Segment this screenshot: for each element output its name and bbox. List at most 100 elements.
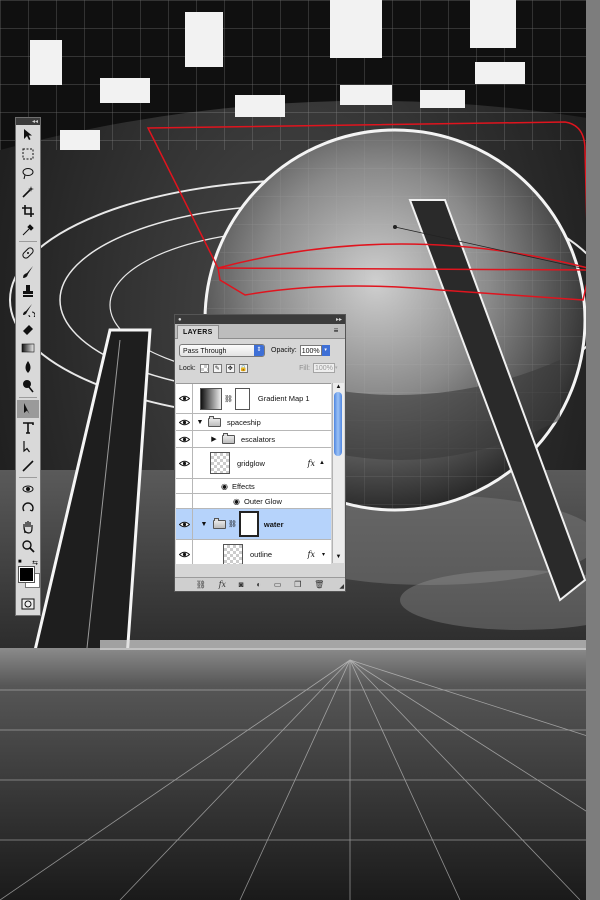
visibility-eye-icon[interactable]: ◉ (233, 497, 240, 506)
effects-toggle-icon[interactable]: ▲ (319, 460, 325, 466)
scroll-up-icon[interactable]: ▲ (333, 383, 344, 391)
layer-group-row-selected[interactable]: ▼ ⛓ water (176, 509, 331, 540)
quick-mask-icon[interactable] (17, 597, 39, 611)
blend-opacity-row: Pass Through ⇕ Opacity: 100% ▾ (175, 339, 345, 361)
visibility-eye-icon[interactable] (176, 448, 193, 478)
default-colors-icon[interactable]: ■ (18, 559, 22, 565)
lock-label: Lock: (179, 364, 196, 372)
folder-icon (208, 415, 221, 427)
scroll-down-icon[interactable]: ▼ (333, 553, 344, 561)
effects-spacer (176, 479, 193, 493)
visibility-eye-icon[interactable] (176, 509, 193, 539)
opacity-label: Opacity: (271, 346, 297, 354)
move-tool-icon[interactable] (17, 126, 39, 144)
chevron-updown-icon: ⇕ (254, 344, 264, 356)
mask-thumbnail (234, 387, 250, 410)
effects-spacer (176, 494, 193, 508)
marquee-tool-icon[interactable] (17, 145, 39, 163)
3d-rotate-icon[interactable] (17, 480, 39, 498)
fill-field[interactable]: 100% (313, 363, 335, 373)
mask-thumbnail (238, 511, 259, 537)
lock-all-icon[interactable]: 🔒 (238, 363, 248, 373)
fx-badge[interactable]: fx (308, 550, 315, 559)
expand-triangle-icon[interactable]: ▼ (195, 419, 205, 426)
panel-menu-icon[interactable]: ≡ (330, 326, 342, 335)
opacity-field[interactable]: 100% (299, 344, 322, 356)
collapse-triangle-icon[interactable]: ▶ (209, 435, 219, 443)
layer-name: spaceship (227, 417, 261, 427)
layers-panel-grip[interactable]: ● ▸▸ (175, 315, 345, 324)
tools-separator (19, 241, 37, 242)
lasso-tool-icon[interactable] (17, 164, 39, 182)
layers-list: ⛓ Gradient Map 1 ▼ spaceship ▶ escalator… (176, 383, 331, 564)
link-layers-icon[interactable]: ⛓ (196, 580, 206, 589)
add-mask-icon[interactable]: ◙ (239, 580, 244, 589)
layer-row[interactable]: outline fx ▾ (176, 540, 331, 564)
visibility-eye-icon[interactable] (176, 431, 193, 447)
layer-thumbnail (210, 452, 230, 474)
effect-name: Outer Glow (243, 496, 282, 506)
layer-group-row[interactable]: ▶ escalators (176, 431, 331, 448)
3d-orbit-icon[interactable] (17, 499, 39, 517)
effect-row[interactable]: ◉ Outer Glow (176, 494, 331, 509)
blend-mode-select[interactable]: Pass Through ⇕ (179, 343, 265, 357)
effects-row[interactable]: ◉ Effects (176, 479, 331, 494)
dodge-tool-icon[interactable] (17, 377, 39, 395)
fx-badge[interactable]: fx (308, 459, 315, 468)
visibility-eye-icon[interactable]: ◉ (221, 482, 228, 491)
folder-icon (222, 432, 235, 444)
layer-thumbnail (223, 543, 243, 564)
trash-icon[interactable]: 🗑 (314, 580, 324, 589)
panel-close-icon[interactable]: ● (178, 317, 182, 323)
scroll-thumb[interactable] (334, 392, 342, 456)
resize-grip-icon[interactable]: ◢ (339, 583, 344, 590)
lock-position-icon[interactable]: ✥ (225, 363, 235, 373)
gradient-tool-icon[interactable] (17, 339, 39, 357)
tools-palette-grip[interactable]: ◂◂ (16, 118, 40, 125)
new-group-icon[interactable]: ▭ (274, 580, 282, 589)
history-brush-icon[interactable] (17, 301, 39, 319)
layers-scrollbar[interactable]: ▲ ▼ (332, 383, 344, 563)
healing-brush-icon[interactable] (17, 244, 39, 262)
lock-transparent-icon[interactable] (199, 363, 209, 373)
visibility-eye-icon[interactable] (176, 540, 193, 564)
visibility-eye-icon[interactable] (176, 414, 193, 430)
hand-tool-icon[interactable] (17, 518, 39, 536)
layer-row[interactable]: ⛓ Gradient Map 1 (176, 384, 331, 414)
type-tool-icon[interactable] (17, 419, 39, 437)
visibility-eye-icon[interactable] (176, 384, 193, 413)
expand-triangle-icon[interactable]: ▼ (199, 521, 209, 528)
link-icon[interactable]: ⛓ (224, 395, 233, 403)
layers-panel: ● ▸▸ LAYERS ≡ Pass Through ⇕ Opacity: 100%… (174, 314, 346, 592)
link-icon[interactable]: ⛓ (228, 520, 237, 528)
new-layer-icon[interactable]: ❐ (294, 580, 301, 589)
line-tool-icon[interactable] (17, 457, 39, 475)
brush-tool-icon[interactable] (17, 263, 39, 281)
layer-name: gridglow (237, 458, 265, 468)
clone-stamp-icon[interactable] (17, 282, 39, 300)
path-selection-icon[interactable] (17, 438, 39, 456)
effects-label: Effects (231, 481, 255, 491)
swap-colors-icon[interactable]: ⇆ (32, 559, 38, 567)
eyedropper-icon[interactable] (17, 221, 39, 239)
new-adjustment-icon[interactable]: ◐ (256, 580, 261, 589)
eraser-icon[interactable] (17, 320, 39, 338)
foreground-color-swatch[interactable] (18, 566, 35, 583)
panel-collapse-icon[interactable]: ▸▸ (336, 316, 342, 323)
pen-tool-icon[interactable] (17, 400, 39, 418)
add-layer-style-icon[interactable]: fx (219, 580, 226, 589)
layer-name: escalators (241, 434, 276, 444)
layer-group-row[interactable]: ▼ spaceship (176, 414, 331, 431)
fill-dropdown-icon[interactable]: ▾ (335, 363, 341, 373)
opacity-dropdown-icon[interactable]: ▾ (321, 344, 330, 356)
layer-name: outline (250, 550, 273, 559)
zoom-tool-icon[interactable] (17, 537, 39, 555)
blend-mode-value: Pass Through (183, 347, 227, 355)
blur-tool-icon[interactable] (17, 358, 39, 376)
effects-toggle-icon[interactable]: ▾ (322, 551, 325, 558)
tab-layers[interactable]: LAYERS (177, 325, 219, 339)
layer-row[interactable]: gridglow fx ▲ (176, 448, 331, 479)
crop-tool-icon[interactable] (17, 202, 39, 220)
lock-pixels-icon[interactable]: ✎ (212, 363, 222, 373)
magic-wand-icon[interactable] (17, 183, 39, 201)
